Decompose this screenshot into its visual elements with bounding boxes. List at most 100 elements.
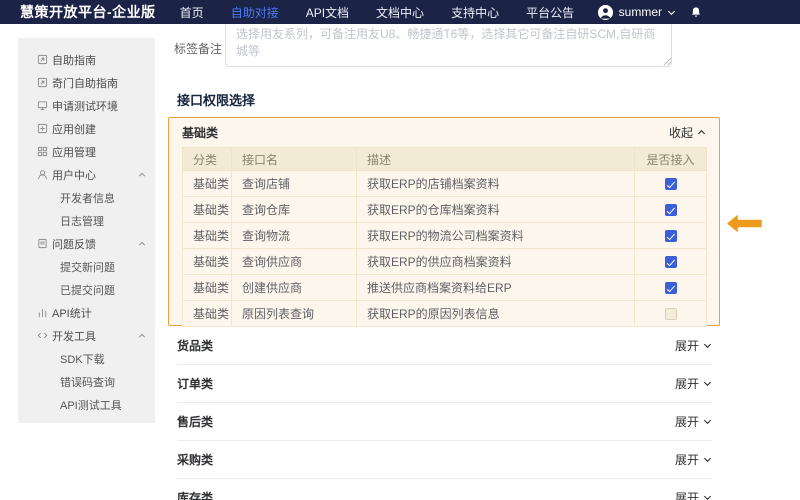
sidebar-item-label: 日志管理 xyxy=(60,213,104,229)
sidebar-item[interactable]: 日志管理 xyxy=(18,209,155,232)
basic-group-panel: 基础类 收起 分类接口名描述是否接入 基础类查询店铺获取ERP的店铺档案资料基础… xyxy=(168,117,720,326)
sidebar-item-label: 已提交问题 xyxy=(60,282,115,298)
chevron-down-icon xyxy=(703,415,712,429)
table-row: 基础类查询物流获取ERP的物流公司档案资料 xyxy=(183,223,707,249)
sidebar-item[interactable]: 开发者信息 xyxy=(18,186,155,209)
sidebar-item[interactable]: 错误码查询 xyxy=(18,370,155,393)
sidebar-item[interactable]: 开发工具 xyxy=(18,324,155,347)
sidebar: 自助指南奇门自助指南申请测试环境应用创建应用管理用户中心开发者信息日志管理问题反… xyxy=(18,38,155,423)
guide-icon xyxy=(37,54,48,65)
cell-description: 获取ERP的原因列表信息 xyxy=(357,301,635,327)
sidebar-item[interactable]: API统计 xyxy=(18,301,155,324)
sidebar-item[interactable]: SDK下载 xyxy=(18,347,155,370)
chevron-down-icon[interactable] xyxy=(667,8,676,17)
cell-access xyxy=(635,275,707,301)
sidebar-item-label: 应用创建 xyxy=(52,121,96,137)
chevron-up-icon xyxy=(138,171,146,179)
chevron-up-icon xyxy=(697,128,706,137)
avatar-icon[interactable] xyxy=(598,5,613,20)
group-title: 售后类 xyxy=(177,413,213,430)
cell-access xyxy=(635,197,707,223)
sidebar-item-label: 奇门自助指南 xyxy=(52,75,118,91)
sidebar-item[interactable]: 问题反馈 xyxy=(18,232,155,255)
expand-button[interactable]: 展开 xyxy=(675,337,712,354)
sidebar-item[interactable]: 应用管理 xyxy=(18,140,155,163)
cell-api-name: 原因列表查询 xyxy=(232,301,357,327)
chevron-up-icon xyxy=(138,240,146,248)
user-area: summer xyxy=(598,5,702,20)
chevron-down-icon xyxy=(703,453,712,467)
chevron-down-icon xyxy=(703,377,712,391)
collapse-label: 收起 xyxy=(669,124,693,141)
sidebar-item-label: 应用管理 xyxy=(52,144,96,160)
cell-access xyxy=(635,223,707,249)
cell-api-name: 查询供应商 xyxy=(232,249,357,275)
cell-description: 获取ERP的店铺档案资料 xyxy=(357,171,635,197)
sidebar-item[interactable]: 用户中心 xyxy=(18,163,155,186)
checkbox-checked[interactable] xyxy=(665,256,677,268)
sidebar-item-label: SDK下载 xyxy=(60,351,105,367)
bell-icon[interactable] xyxy=(690,6,702,19)
checkbox-checked[interactable] xyxy=(665,282,677,294)
user-icon xyxy=(37,169,48,180)
expand-label: 展开 xyxy=(675,451,699,468)
group-title: 货品类 xyxy=(177,337,213,354)
guide-icon xyxy=(37,77,48,88)
cell-description: 推送供应商档案资料给ERP xyxy=(357,275,635,301)
nav-item[interactable]: API文档 xyxy=(306,4,349,21)
column-header: 分类 xyxy=(183,148,232,171)
checkbox-disabled xyxy=(665,308,677,320)
column-header: 接口名 xyxy=(232,148,357,171)
group-title: 订单类 xyxy=(177,375,213,392)
nav-item[interactable]: 平台公告 xyxy=(526,4,574,21)
sidebar-item[interactable]: API测试工具 xyxy=(18,393,155,416)
main-nav: 首页 自助对接 API文档 文档中心 支持中心 平台公告 xyxy=(180,4,574,21)
nav-item-active[interactable]: 自助对接 xyxy=(231,4,279,21)
sidebar-item-label: API测试工具 xyxy=(60,397,122,413)
feedback-icon xyxy=(37,238,48,249)
expand-button[interactable]: 展开 xyxy=(675,451,712,468)
group-title: 库存类 xyxy=(177,489,213,500)
sidebar-item[interactable]: 已提交问题 xyxy=(18,278,155,301)
table-row: 基础类查询仓库获取ERP的仓库档案资料 xyxy=(183,197,707,223)
collapse-button[interactable]: 收起 xyxy=(669,124,706,141)
username[interactable]: summer xyxy=(619,5,662,19)
expand-label: 展开 xyxy=(675,375,699,392)
cell-category: 基础类 xyxy=(183,301,232,327)
checkbox-checked[interactable] xyxy=(665,178,677,190)
expand-button[interactable]: 展开 xyxy=(675,489,712,500)
collapsed-group-row: 库存类 展开 xyxy=(177,479,712,500)
table-header-row: 分类接口名描述是否接入 xyxy=(183,148,707,171)
table-row: 基础类查询店铺获取ERP的店铺档案资料 xyxy=(183,171,707,197)
nav-item[interactable]: 支持中心 xyxy=(451,4,499,21)
checkbox-checked[interactable] xyxy=(665,204,677,216)
cell-api-name: 查询店铺 xyxy=(232,171,357,197)
sidebar-item-label: 错误码查询 xyxy=(60,374,115,390)
sidebar-item[interactable]: 奇门自助指南 xyxy=(18,71,155,94)
sidebar-item-label: 提交新问题 xyxy=(60,259,115,275)
panel-header: 基础类 收起 xyxy=(169,118,719,147)
cell-description: 获取ERP的供应商档案资料 xyxy=(357,249,635,275)
sidebar-item[interactable]: 应用创建 xyxy=(18,117,155,140)
nav-item[interactable]: 文档中心 xyxy=(376,4,424,21)
cell-category: 基础类 xyxy=(183,249,232,275)
cell-category: 基础类 xyxy=(183,275,232,301)
tag-remark-textarea[interactable] xyxy=(225,18,672,67)
expand-button[interactable]: 展开 xyxy=(675,375,712,392)
collapsed-group-row: 货品类 展开 xyxy=(177,327,712,365)
monitor-icon xyxy=(37,100,48,111)
chevron-up-icon xyxy=(138,332,146,340)
brand-logo[interactable]: 慧策开放平台-企业版 xyxy=(20,2,156,22)
expand-label: 展开 xyxy=(675,413,699,430)
cell-description: 获取ERP的物流公司档案资料 xyxy=(357,223,635,249)
sidebar-item[interactable]: 申请测试环境 xyxy=(18,94,155,117)
collapsed-groups: 货品类展开订单类展开售后类展开采购类展开库存类展开 xyxy=(177,327,712,500)
sidebar-item[interactable]: 提交新问题 xyxy=(18,255,155,278)
expand-button[interactable]: 展开 xyxy=(675,413,712,430)
cell-api-name: 查询仓库 xyxy=(232,197,357,223)
nav-item[interactable]: 首页 xyxy=(180,4,204,21)
column-header: 描述 xyxy=(357,148,635,171)
sidebar-item[interactable]: 自助指南 xyxy=(18,48,155,71)
checkbox-checked[interactable] xyxy=(665,230,677,242)
expand-label: 展开 xyxy=(675,489,699,500)
